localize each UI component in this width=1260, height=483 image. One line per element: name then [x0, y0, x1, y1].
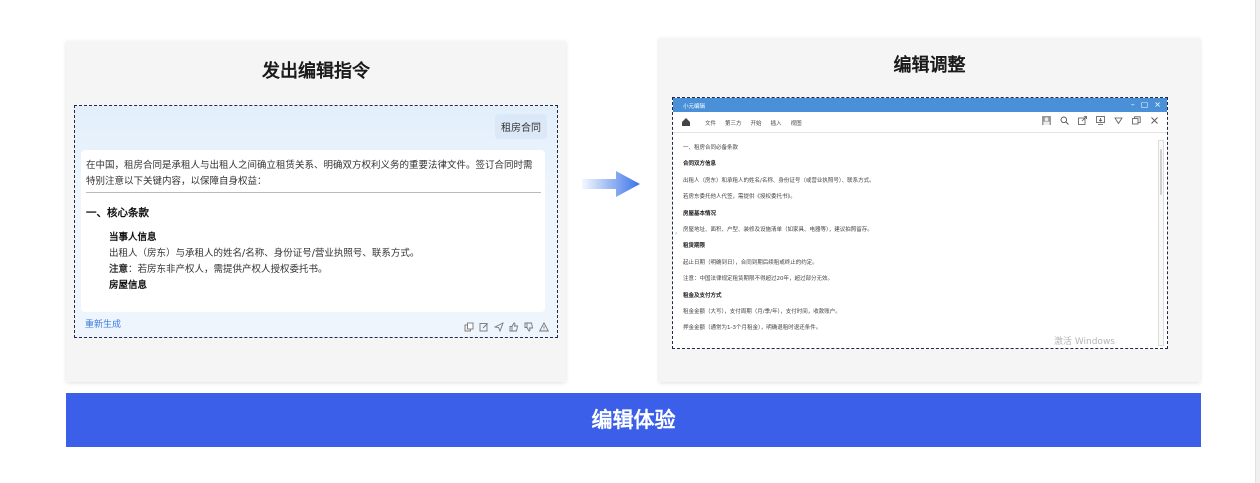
doc-line: 一、租房合同必备条款 — [683, 145, 739, 151]
copy-icon[interactable] — [464, 317, 474, 332]
doc-heading: 租金及支付方式 — [683, 292, 722, 299]
doc-heading: 合同双方信息 — [683, 161, 717, 168]
editor-panel: 编辑调整 小元编辑 – ▢ × 文件 第三方 开始 插入 视图 › 一、租房合同… — [659, 38, 1200, 382]
maximize-icon[interactable]: ▢ — [1141, 100, 1149, 110]
editing-experience-banner: 编辑体验 — [66, 393, 1201, 447]
download-icon[interactable] — [1096, 116, 1105, 125]
item-title-house: 房屋信息 — [109, 280, 148, 291]
command-panel: 发出编辑指令 租房合同 在中国，租房合同是承租人与出租人之间确立租赁关系、明确双… — [66, 41, 566, 382]
command-panel-title: 发出编辑指令 — [262, 61, 370, 82]
home-icon[interactable] — [681, 117, 691, 127]
editor-menu: 文件 第三方 开始 插入 视图 — [705, 119, 802, 127]
side-expand-icon[interactable]: › — [675, 230, 679, 240]
avatar-icon[interactable] — [1042, 116, 1051, 125]
close-icon[interactable]: × — [1154, 100, 1161, 110]
editor-tools — [1042, 116, 1159, 125]
answer-intro: 在中国，租房合同是承租人与出租人之间确立租赁关系、明确双方权利义务的重要法律文件… — [86, 158, 541, 193]
thumbs-up-icon[interactable] — [509, 317, 519, 332]
menu-start[interactable]: 开始 — [751, 119, 762, 127]
regenerate-button[interactable]: 重新生成 — [85, 317, 121, 330]
editor-panel-title: 编辑调整 — [893, 55, 966, 76]
doc-line: 房屋地址、面积、户型、装修及设施清单（如家具、电器等），建议拍照留存。 — [683, 226, 873, 233]
doc-heading: 租赁期限 — [683, 243, 706, 250]
arrow-right-icon — [582, 171, 640, 197]
search-icon[interactable] — [1060, 116, 1069, 125]
answer-actions — [464, 317, 550, 333]
collapse-icon[interactable] — [1114, 116, 1123, 125]
window-controls: – ▢ × — [1131, 100, 1161, 110]
note-label: 注意 — [109, 264, 129, 275]
editor-close-icon[interactable] — [1150, 116, 1159, 125]
edit-icon[interactable] — [479, 317, 489, 332]
editor-window: 小元编辑 – ▢ × 文件 第三方 开始 插入 视图 › 一、租房合同必备条款 … — [672, 97, 1168, 349]
editor-window-title: 小元编辑 — [683, 104, 706, 110]
user-message-bubble: 租房合同 — [495, 114, 547, 139]
windows-watermark: 激活 Windows — [1053, 337, 1115, 347]
item-title-parties: 当事人信息 — [109, 232, 157, 243]
menu-insert[interactable]: 插入 — [771, 119, 782, 127]
editor-toolbar: 文件 第三方 开始 插入 视图 — [673, 112, 1167, 133]
doc-line: 注意：中国法律规定租赁期限不得超过20年，超过部分无效。 — [683, 276, 834, 283]
note-text: ：若房东非产权人，需提供产权人授权委托书。 — [128, 264, 328, 275]
note-line: 注意：若房东非产权人，需提供产权人授权委托书。 — [109, 262, 540, 278]
editor-document[interactable]: 一、租房合同必备条款 合同双方信息出租人（房东）和承租人的姓名/名称、身份证号（或… — [683, 140, 1153, 337]
answer-footer: 重新生成 — [85, 317, 550, 333]
restore-icon[interactable] — [1132, 116, 1141, 125]
menu-view[interactable]: 视图 — [791, 119, 802, 127]
warning-icon[interactable] — [538, 317, 550, 332]
menu-file[interactable]: 文件 — [705, 119, 716, 127]
section-heading: 一、核心条款 — [86, 207, 149, 219]
answer-details: 当事人信息 出租人（房东）与承租人的姓名/名称、身份证号/营业执照号、联系方式。… — [109, 230, 540, 294]
minimize-icon[interactable]: – — [1131, 100, 1135, 110]
share-icon[interactable] — [493, 317, 504, 333]
editor-titlebar: 小元编辑 – ▢ × — [673, 98, 1167, 112]
scrollbar-thumb[interactable] — [1160, 149, 1162, 195]
menu-third-party[interactable]: 第三方 — [725, 119, 742, 127]
editor-scrollbar[interactable] — [1158, 140, 1164, 346]
page-scrollbar[interactable] — [1255, 0, 1260, 483]
doc-line: 租金金额（大写），支付周期（月/季/年），支付时间，收款账户。 — [683, 308, 841, 315]
thumbs-down-icon[interactable] — [524, 317, 534, 332]
item-text-parties: 出租人（房东）与承租人的姓名/名称、身份证号/营业执照号、联系方式。 — [109, 248, 420, 259]
chat-frame: 租房合同 在中国，租房合同是承租人与出租人之间确立租赁关系、明确双方权利义务的重… — [74, 105, 558, 338]
doc-line: 出租人（房东）和承租人的姓名/名称、身份证号（或营业执照号）、联系方式。 — [683, 177, 875, 184]
doc-line: 起止日期（明确到日），合同到期后续租或终止的约定。 — [683, 259, 818, 266]
doc-line: 若房东委托他人代签，需提供《授权委托书》。 — [683, 194, 796, 201]
answer-card: 在中国，租房合同是承租人与出租人之间确立租赁关系、明确双方权利义务的重要法律文件… — [81, 150, 545, 312]
export-icon[interactable] — [1078, 116, 1087, 125]
doc-heading: 房屋基本情况 — [683, 210, 717, 217]
